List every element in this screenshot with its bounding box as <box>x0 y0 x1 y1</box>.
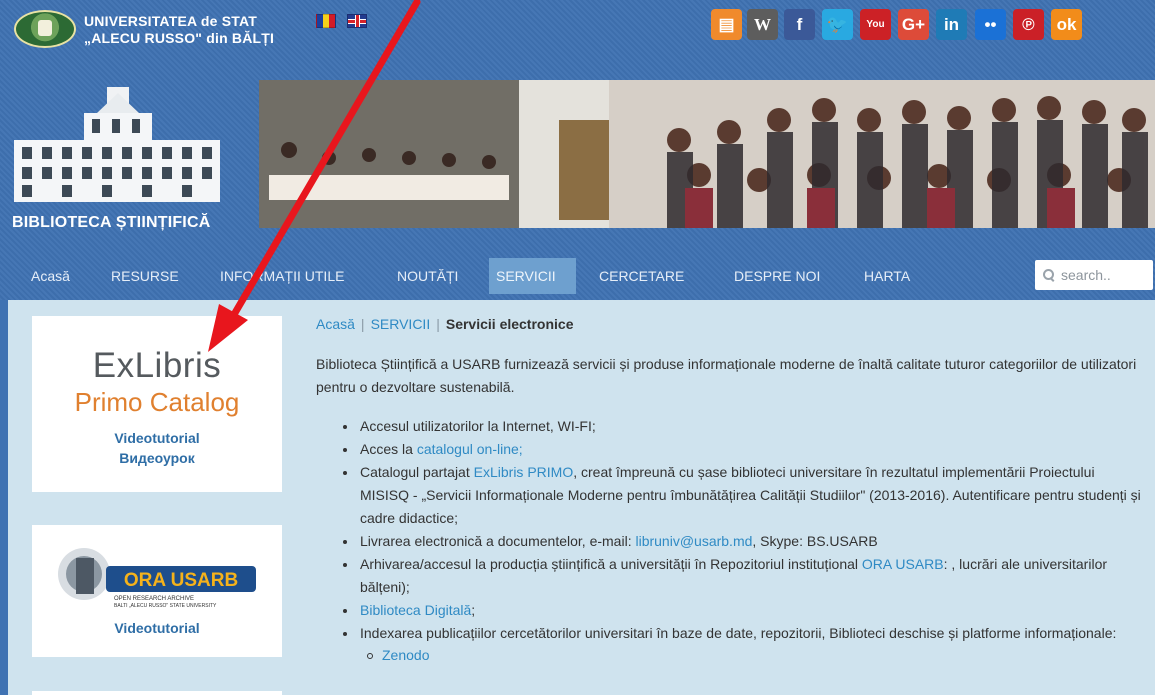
breadcrumb: Acasă | SERVICII | Servicii electronice <box>316 316 1146 338</box>
main-navigation: Acasă RESURSE INFORMAȚII UTILE NOUTĂȚI S… <box>0 256 1155 296</box>
email-link[interactable]: libruniv@usarb.md <box>635 533 752 549</box>
ora-usarb-link[interactable]: ORA USARB <box>862 556 944 572</box>
intro-paragraph: Biblioteca Științifică a USARB furnizeaz… <box>316 356 1137 395</box>
search-icon[interactable] <box>1043 269 1055 281</box>
ora-usarb-logo[interactable]: ORA USARB OPEN RESEARCH ARCHIVE BALTI „A… <box>54 540 264 612</box>
list-item: Catalogul partajat ExLibris PRIMO, creat… <box>343 461 1146 530</box>
nav-item-despre-noi[interactable]: DESPRE NOI <box>727 258 827 294</box>
list-item: Acces la catalogul on-line; <box>343 438 1146 461</box>
online-catalog-link[interactable]: catalogul on-line; <box>417 441 523 457</box>
pinterest-icon[interactable]: ℗ <box>1013 9 1044 40</box>
header-group-photo <box>259 80 1155 228</box>
breadcrumb-separator: | <box>360 316 365 332</box>
nav-item-noutati[interactable]: NOUTĂȚI <box>390 258 465 294</box>
list-item: Accesul utilizatorilor la Internet, WI-F… <box>343 415 1146 438</box>
ora-usarb-logo-text: ORA USARB <box>124 570 238 591</box>
google-plus-icon[interactable]: G+ <box>898 9 929 40</box>
breadcrumb-servicii-link[interactable]: SERVICII <box>371 316 431 332</box>
nav-item-informatii-utile[interactable]: INFORMAȚII UTILE <box>213 258 351 294</box>
odnoklassniki-icon[interactable]: ok <box>1051 9 1082 40</box>
ora-usarb-card: ORA USARB OPEN RESEARCH ARCHIVE BALTI „A… <box>32 525 282 657</box>
university-logo[interactable] <box>14 10 76 48</box>
breadcrumb-home-link[interactable]: Acasă <box>316 316 355 332</box>
zenodo-link[interactable]: Zenodo <box>382 647 429 663</box>
breadcrumb-current: Servicii electronice <box>445 316 574 332</box>
romanian-flag-icon[interactable] <box>316 14 336 28</box>
exlibris-logo-text[interactable]: ExLibris <box>32 346 282 386</box>
facebook-icon[interactable]: f <box>784 9 815 40</box>
primo-catalog-logo-text[interactable]: Primo Catalog <box>32 387 282 418</box>
university-name-line2: „ALECU RUSSO" din BĂLȚI <box>84 30 275 46</box>
english-flag-icon[interactable] <box>347 14 367 28</box>
sidebar-card-3 <box>32 691 282 695</box>
breadcrumb-separator: | <box>436 316 440 332</box>
university-name-line1: UNIVERSITATEA de STAT <box>84 13 257 29</box>
flickr-icon[interactable]: •• <box>975 9 1006 40</box>
ora-videotutorial-link[interactable]: Videotutorial <box>32 618 282 638</box>
search-box[interactable] <box>1035 260 1153 290</box>
exlibris-primo-card: ExLibris Primo Catalog Videotutorial Вид… <box>32 316 282 492</box>
list-item: Indexarea publicațiilor cercetătorilor u… <box>343 622 1146 665</box>
biblioteca-digitala-link[interactable]: Biblioteca Digitală <box>360 602 471 618</box>
wikipedia-icon[interactable]: W <box>747 9 778 40</box>
videourok-link[interactable]: Видеоурок <box>32 448 282 468</box>
library-title[interactable]: BIBLIOTECA ȘTIINȚIFICĂ <box>12 214 210 232</box>
youtube-icon[interactable]: You <box>860 9 891 40</box>
videotutorial-link[interactable]: Videotutorial <box>32 428 282 448</box>
nav-item-resurse[interactable]: RESURSE <box>104 258 186 294</box>
list-item: Arhivarea/accesul la producția științifi… <box>343 553 1146 599</box>
linkedin-icon[interactable]: in <box>936 9 967 40</box>
twitter-icon[interactable]: 🐦 <box>822 9 853 40</box>
sub-list-item: Zenodo <box>367 645 1146 665</box>
search-input[interactable] <box>1061 267 1149 283</box>
nav-item-harta[interactable]: HARTA <box>857 258 917 294</box>
main-content: Acasă | SERVICII | Servicii electronice Bibl… <box>316 316 1146 665</box>
site-header: UNIVERSITATEA de STAT „ALECU RUSSO" din … <box>0 0 1155 300</box>
list-item: Biblioteca Digitală; <box>343 599 1146 622</box>
platforms-sublist: Zenodo <box>360 645 1146 665</box>
nav-item-cercetare[interactable]: CERCETARE <box>592 258 691 294</box>
services-list: Accesul utilizatorilor la Internet, WI-F… <box>316 415 1146 665</box>
ora-usarb-logo-subtitle: OPEN RESEARCH ARCHIVE <box>114 596 194 602</box>
ora-usarb-logo-subtitle-2: BALTI „ALECU RUSSO" STATE UNIVERSITY <box>114 603 217 609</box>
nav-item-acasa[interactable]: Acasă <box>24 258 77 294</box>
library-building-logo[interactable] <box>12 85 222 205</box>
book-icon[interactable]: ▤ <box>711 9 742 40</box>
left-accent-stripe <box>0 300 8 695</box>
exlibris-primo-link[interactable]: ExLibris PRIMO <box>474 464 574 480</box>
university-name[interactable]: UNIVERSITATEA de STAT „ALECU RUSSO" din … <box>84 13 274 47</box>
list-item: Livrarea electronică a documentelor, e-m… <box>343 530 1146 553</box>
nav-item-servicii[interactable]: SERVICII <box>489 258 576 294</box>
